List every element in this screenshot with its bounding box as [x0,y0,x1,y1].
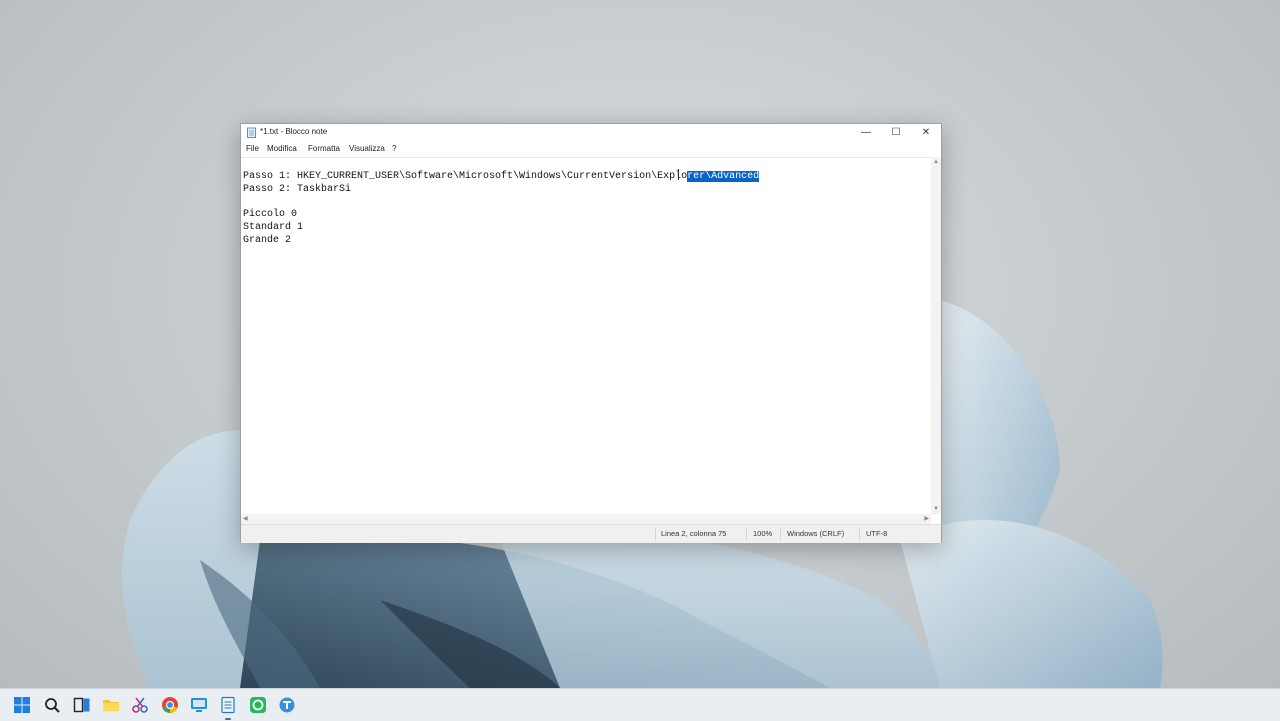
status-divider [655,528,656,540]
menu-bar: File Modifica Formatta Visualizza ? [241,142,941,157]
menu-modifica[interactable]: Modifica [267,144,297,153]
notepad-app-icon [247,127,256,138]
editor-line-4: Piccolo 0 [243,209,298,220]
status-bar: Linea 2, colonna 75 100% Windows (CRLF) … [241,524,941,543]
scroll-up-icon[interactable]: ▲ [933,159,939,165]
title-bar[interactable]: *1.txt - Blocco note — ☐ ✕ [241,124,941,142]
line-1-text: Passo 1: HKEY_CURRENT_USER\Software\Micr… [243,171,688,182]
status-divider [859,528,860,540]
taskbar [0,688,1280,721]
chrome-icon[interactable] [161,696,179,714]
editor-line-1: Passo 1: HKEY_CURRENT_USER\Software\Micr… [243,171,760,182]
search-icon[interactable] [43,696,61,714]
scroll-right-icon[interactable]: ▶ [924,515,929,522]
editor-line-2: Passo 2: TaskbarSi [243,184,352,195]
editor-line-5: Standard 1 [243,222,304,233]
menu-visualizza[interactable]: Visualizza [349,144,385,153]
window-title: *1.txt - Blocco note [260,127,328,136]
editor-line-6: Grande 2 [243,235,292,246]
scroll-left-icon[interactable]: ◀ [243,515,248,522]
selected-text: rer\Advanced [687,171,760,182]
status-divider [746,528,747,540]
close-button[interactable]: ✕ [911,124,941,142]
encoding: UTF-8 [866,529,888,538]
menu-help[interactable]: ? [392,144,396,153]
scroll-down-icon[interactable]: ▼ [933,506,939,512]
notepad-icon[interactable] [219,696,237,714]
teams-icon[interactable] [278,696,296,714]
horizontal-scrollbar[interactable]: ◀ ▶ [241,514,931,524]
status-divider [780,528,781,540]
vertical-scrollbar[interactable]: ▲ ▼ [931,157,941,514]
line-ending: Windows (CRLF) [787,529,845,538]
text-editor[interactable]: Passo 1: HKEY_CURRENT_USER\Software\Micr… [241,157,931,515]
file-explorer-icon[interactable] [102,696,120,714]
cursor-position: Linea 2, colonna 75 [661,529,727,538]
menu-formatta[interactable]: Formatta [308,144,340,153]
snipping-tool-icon[interactable] [131,696,149,714]
maximize-button[interactable]: ☐ [881,124,911,142]
task-view-icon[interactable] [73,696,91,714]
remote-desktop-icon[interactable] [190,696,208,714]
start-icon[interactable] [13,696,31,714]
zoom-level: 100% [753,529,773,538]
menu-file[interactable]: File [246,144,259,153]
notepad-window: *1.txt - Blocco note — ☐ ✕ File Modifica… [240,123,942,543]
xbox-icon[interactable] [249,696,267,714]
text-cursor [678,169,679,180]
minimize-button[interactable]: — [851,124,881,142]
